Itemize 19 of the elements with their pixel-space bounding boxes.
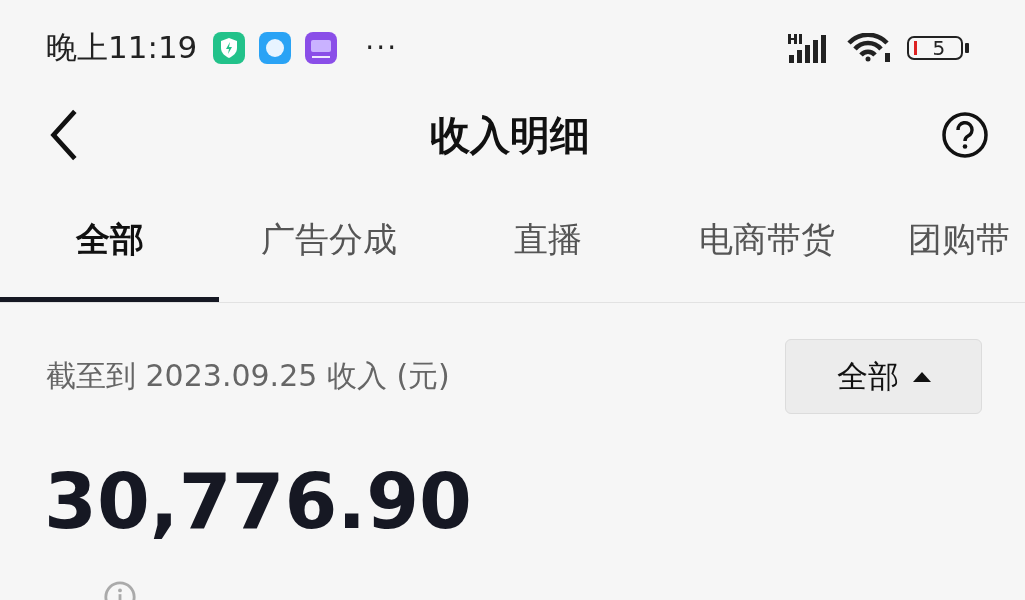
- help-icon[interactable]: [941, 111, 989, 159]
- more-notifications: ···: [365, 31, 399, 64]
- back-icon[interactable]: [48, 109, 78, 161]
- filter-dropdown[interactable]: 全部: [785, 339, 982, 414]
- caret-icon: [912, 371, 931, 382]
- tab[interactable]: 电商带货: [657, 175, 876, 302]
- bubble-app-icon: [259, 31, 292, 64]
- income-amount: 30,776.90: [43, 456, 473, 540]
- status-time: 晚上11:19: [46, 27, 198, 67]
- wifi-icon: [847, 32, 893, 63]
- shield-app-icon: [213, 31, 246, 64]
- tab[interactable]: 全部: [0, 175, 219, 302]
- battery-indicator: 5: [907, 35, 963, 60]
- tab[interactable]: 直播: [438, 175, 657, 302]
- video-app-icon: [305, 31, 338, 64]
- tab[interactable]: 团购带: [876, 175, 1010, 302]
- page-title: 收入明细: [429, 110, 590, 160]
- income-caption: 截至到 2023.09.25 收入 (元): [46, 357, 450, 395]
- tab[interactable]: 广告分成: [219, 175, 438, 302]
